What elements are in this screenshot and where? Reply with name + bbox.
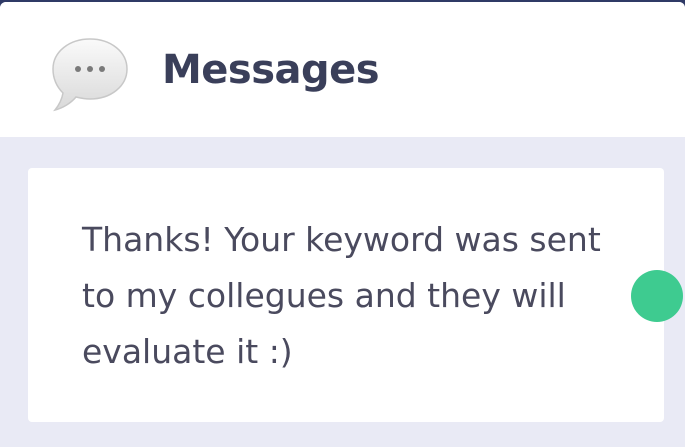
message-text: Thanks! Your keyword was sent to my coll… — [82, 220, 601, 371]
message-card: Thanks! Your keyword was sent to my coll… — [28, 168, 664, 422]
messages-header: Messages — [0, 2, 685, 137]
page-title: Messages — [162, 47, 380, 93]
messages-panel: Messages Thanks! Your keyword was sent t… — [0, 2, 685, 447]
online-status-indicator — [631, 270, 683, 322]
speech-bubble-icon — [52, 38, 128, 112]
